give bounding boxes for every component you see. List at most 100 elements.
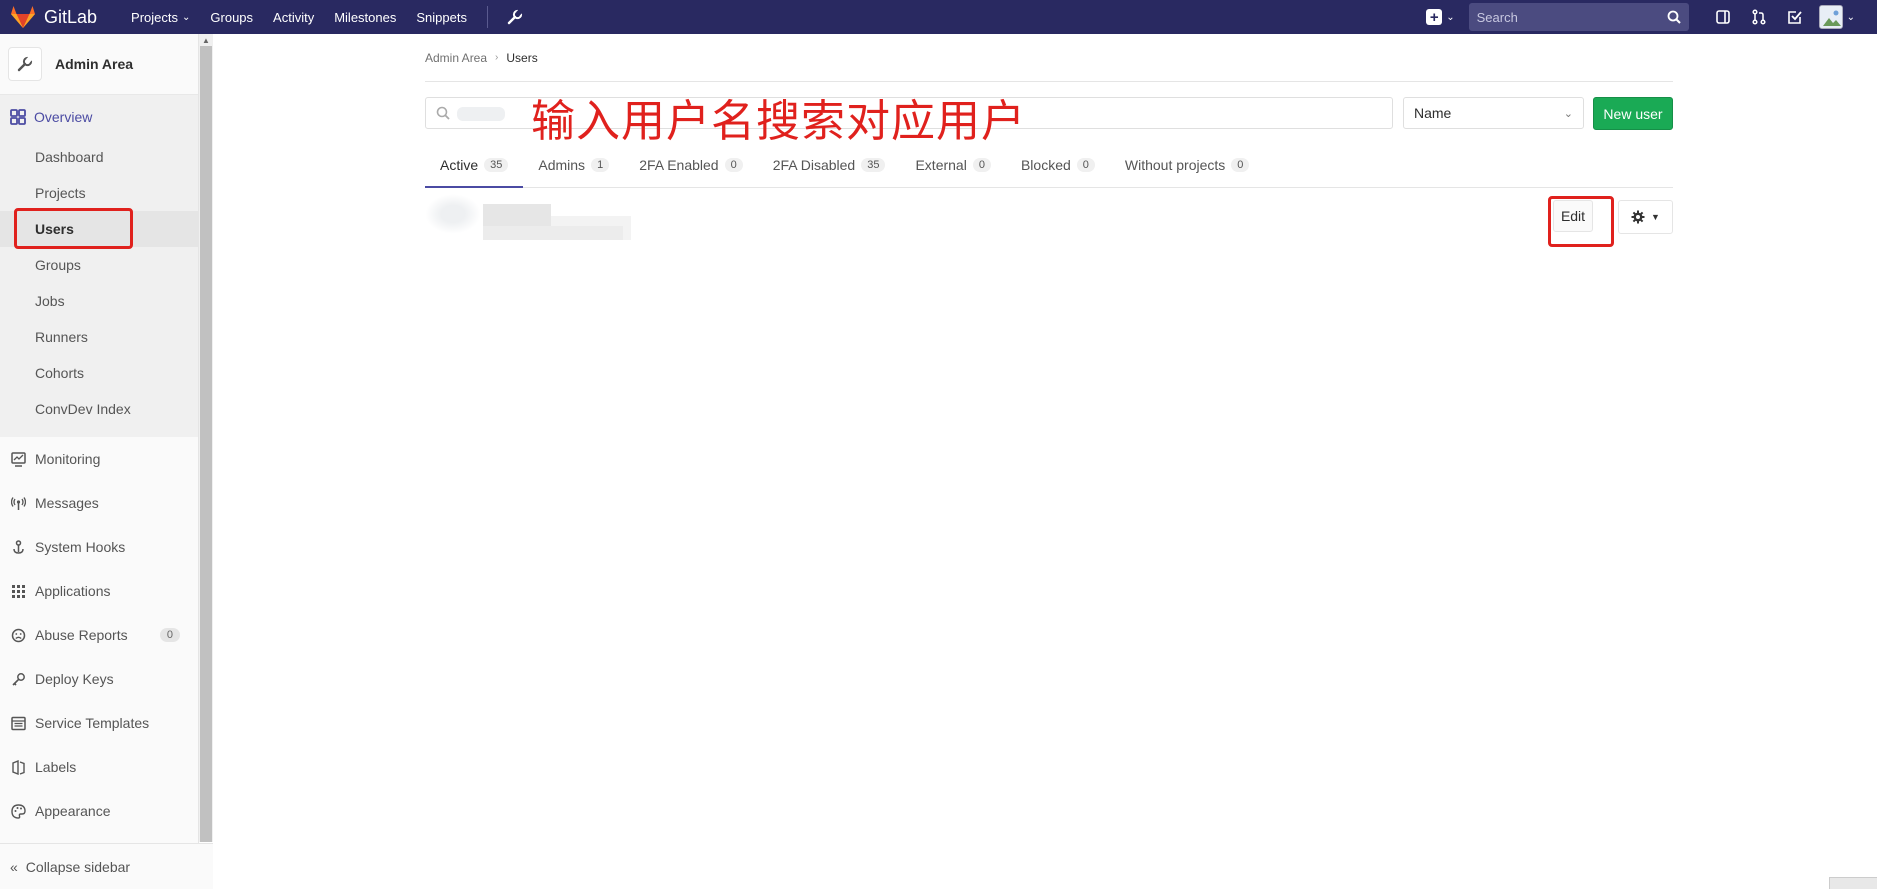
sidebar-item-convdev-index[interactable]: ConvDev Index [0, 391, 198, 427]
tab-count-badge: 0 [1231, 158, 1250, 172]
annotation-text: 输入用户名搜索对应用户 [531, 96, 1026, 147]
sidebar-item-messages[interactable]: Messages [0, 481, 198, 525]
sidebar-item-dashboard[interactable]: Dashboard [0, 139, 198, 175]
sidebar-item-users[interactable]: Users [0, 211, 198, 247]
sort-dropdown[interactable]: Name ⌄ [1403, 97, 1584, 129]
sidebar-item-label: Overview [34, 109, 93, 125]
sidebar-item-runners[interactable]: Runners [0, 319, 198, 355]
chevron-down-icon: ⌄ [1563, 107, 1573, 120]
search-icon [1667, 10, 1681, 24]
sidebar-item-label: Service Templates [35, 715, 150, 731]
merge-request-icon [1752, 9, 1766, 25]
admin-area-button[interactable] [502, 4, 528, 30]
scrollbar-thumb[interactable] [200, 46, 212, 842]
todo-check-icon [1787, 11, 1802, 24]
sidebar-item-label: System Hooks [35, 539, 126, 555]
user-tabs: Active 35 Admins 1 2FA Enabled 0 2FA Dis… [425, 143, 1673, 188]
sidebar-item-labels[interactable]: Labels [0, 745, 198, 789]
sidebar-item-label: Messages [35, 495, 99, 511]
label-icon [11, 759, 25, 775]
monitor-icon [10, 451, 26, 467]
window-resize-handle[interactable] [1829, 877, 1877, 889]
nav-snippets-label: Snippets [416, 9, 467, 25]
sidebar-item-cohorts[interactable]: Cohorts [0, 355, 198, 391]
sidebar-item-projects[interactable]: Projects [0, 175, 198, 211]
tab-label: 2FA Enabled [639, 157, 719, 173]
tab-label: External [915, 157, 967, 173]
tab-label: Without projects [1124, 157, 1226, 173]
todos-button[interactable] [1777, 0, 1813, 34]
sidebar-scrollbar[interactable]: ▲ [199, 34, 213, 842]
redacted-user-email [483, 226, 623, 240]
tab-count-badge: 35 [861, 158, 886, 172]
breadcrumb-parent[interactable]: Admin Area [425, 51, 487, 65]
chevron-down-icon: ⌄ [1446, 11, 1455, 23]
overview-section: Overview Dashboard Projects Users Groups… [0, 94, 198, 437]
collapse-sidebar-button[interactable]: « Collapse sidebar [0, 843, 213, 889]
nav-projects[interactable]: Projects ⌄ [131, 10, 190, 25]
user-menu[interactable]: ⌄ [1818, 5, 1855, 29]
tab-label: 2FA Disabled [772, 157, 856, 173]
sidebar-item-label: Monitoring [35, 451, 101, 467]
apps-grid-icon [11, 584, 25, 598]
nav-activity[interactable]: Activity [273, 10, 314, 25]
tab-external[interactable]: External 0 [900, 143, 1005, 187]
nav-snippets[interactable]: Snippets [416, 10, 467, 25]
user-actions-dropdown[interactable]: ▼ [1618, 200, 1673, 234]
top-navbar: GitLab Projects ⌄ Groups Activity Milest… [0, 0, 1877, 34]
sidebar-item-label: Appearance [35, 803, 111, 819]
plus-icon: + [1426, 9, 1443, 25]
sidebar-item-label: Deploy Keys [35, 671, 114, 687]
tab-blocked[interactable]: Blocked 0 [1006, 143, 1110, 187]
redacted-user-avatar [425, 194, 481, 234]
merge-requests-button[interactable] [1741, 0, 1777, 34]
scroll-up-arrow-icon[interactable]: ▲ [202, 36, 210, 45]
gitlab-logo-icon [11, 6, 35, 28]
sidebar-item-deploy-keys[interactable]: Deploy Keys [0, 657, 198, 701]
sidebar-context-header[interactable]: Admin Area [0, 34, 198, 94]
gear-icon [1631, 210, 1645, 224]
brand[interactable]: GitLab [10, 0, 97, 34]
redacted-search-text [457, 107, 505, 121]
sidebar-item-groups[interactable]: Groups [0, 247, 198, 283]
sidebar-item-jobs[interactable]: Jobs [0, 283, 198, 319]
breadcrumb-separator-icon: › [495, 52, 499, 63]
search-input[interactable] [1476, 9, 1667, 25]
sidebar-item-monitoring[interactable]: Monitoring [0, 437, 198, 481]
chevron-down-icon: ⌄ [1846, 11, 1855, 23]
caret-down-icon: ▼ [1651, 212, 1660, 222]
edit-user-button[interactable]: Edit [1553, 200, 1593, 232]
chevron-down-icon: ⌄ [182, 11, 191, 23]
sidebar-item-abuse-reports[interactable]: Abuse Reports 0 [0, 613, 198, 657]
tab-admins[interactable]: Admins 1 [523, 143, 624, 187]
nav-divider [486, 6, 488, 28]
sidebar-toggle-button[interactable] [1705, 0, 1741, 34]
avatar-image-icon [1819, 6, 1842, 28]
nav-groups-label: Groups [210, 9, 254, 25]
tab-active[interactable]: Active 35 [425, 143, 524, 188]
sidebar-item-system-hooks[interactable]: System Hooks [0, 525, 198, 569]
sidebar-context-title: Admin Area [55, 56, 134, 72]
sidebar-item-label: Labels [35, 759, 77, 775]
abuse-icon [11, 628, 25, 642]
wrench-icon [507, 9, 523, 25]
new-dropdown-button[interactable]: + ⌄ [1426, 9, 1455, 25]
tab-count-badge: 0 [972, 158, 991, 172]
search-icon [436, 106, 450, 120]
tab-label: Active [440, 157, 479, 173]
count-badge: 0 [159, 628, 180, 642]
sidebar-item-service-templates[interactable]: Service Templates [0, 701, 198, 745]
sidebar-item-applications[interactable]: Applications [0, 569, 198, 613]
nav-groups[interactable]: Groups [210, 10, 253, 25]
sidebar-item-overview[interactable]: Overview [0, 95, 198, 139]
tab-2fa-disabled[interactable]: 2FA Disabled 35 [758, 143, 901, 187]
nav-milestones[interactable]: Milestones [334, 10, 396, 25]
tab-2fa-enabled[interactable]: 2FA Enabled 0 [624, 143, 758, 187]
table-row: Edit ▼ [425, 188, 1673, 252]
sidebar-item-appearance[interactable]: Appearance [0, 789, 198, 833]
sidebar-item-label: Applications [35, 583, 111, 599]
breadcrumb-current[interactable]: Users [506, 51, 537, 65]
new-user-button[interactable]: New user [1593, 97, 1673, 130]
global-search[interactable] [1468, 3, 1689, 31]
tab-without-projects[interactable]: Without projects 0 [1110, 143, 1265, 187]
